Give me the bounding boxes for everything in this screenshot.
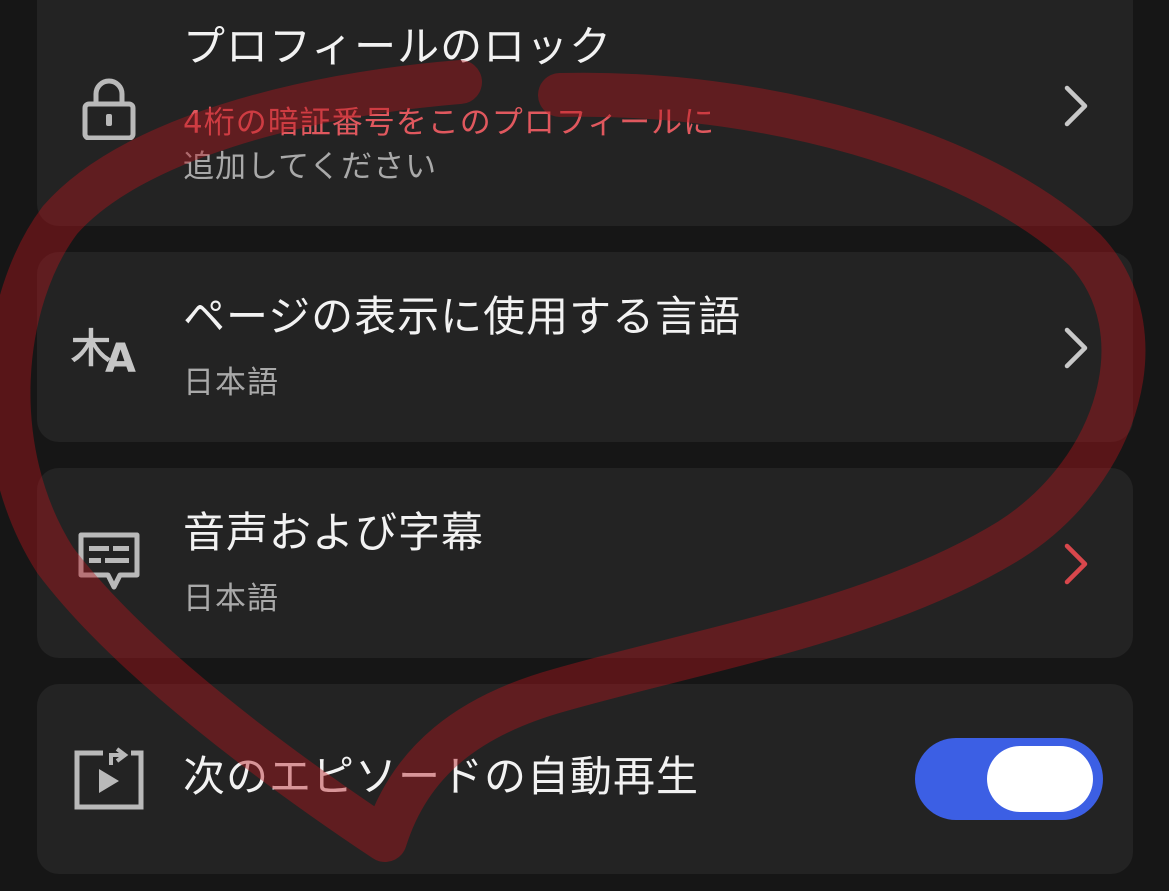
profile-lock-warning: 4桁の暗証番号をこのプロフィールに [183, 105, 716, 141]
display-language-title: ページの表示に使用する言語 [183, 292, 742, 341]
autoplay-icon [71, 740, 147, 816]
autoplay-toggle[interactable] [915, 738, 1103, 820]
subtitles-icon [71, 524, 147, 600]
chevron-right-icon [1064, 327, 1088, 369]
profile-lock-subtitle: 追加してください [183, 149, 438, 185]
profile-lock-row[interactable]: プロフィールのロック 4桁の暗証番号をこのプロフィールに 追加してください [37, 0, 1133, 226]
lock-icon [71, 70, 147, 146]
audio-subtitles-title: 音声および字幕 [183, 508, 485, 557]
display-language-row[interactable]: 木 A ページの表示に使用する言語 日本語 [37, 252, 1133, 442]
svg-text:A: A [105, 336, 136, 378]
display-language-value: 日本語 [183, 365, 279, 401]
chevron-right-icon [1064, 85, 1088, 127]
audio-subtitles-value: 日本語 [183, 581, 279, 617]
chevron-right-icon [1064, 543, 1088, 585]
translate-icon: 木 A [71, 310, 147, 386]
audio-subtitles-row[interactable]: 音声および字幕 日本語 [37, 468, 1133, 658]
profile-lock-title: プロフィールのロック [183, 22, 613, 71]
autoplay-next-title: 次のエピソードの自動再生 [183, 752, 700, 801]
autoplay-next-row: 次のエピソードの自動再生 [37, 684, 1133, 874]
toggle-knob [987, 746, 1093, 812]
